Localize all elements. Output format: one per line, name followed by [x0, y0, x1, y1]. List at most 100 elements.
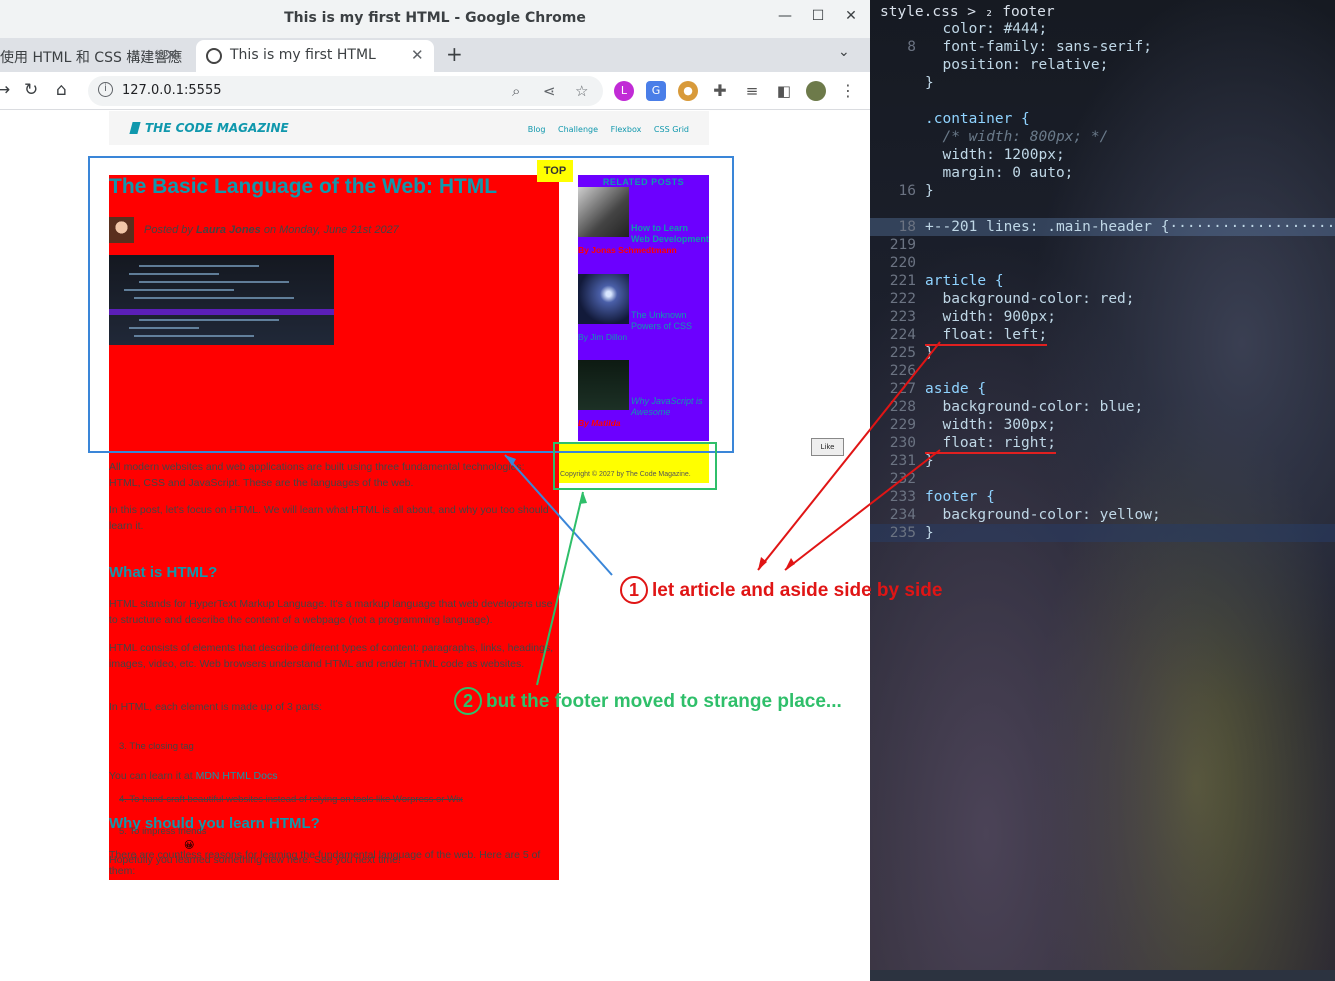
line-code: width: 900px;: [925, 309, 1056, 325]
code-line[interactable]: 228 background-color: blue;: [870, 398, 1335, 416]
line-code: }: [925, 183, 934, 199]
code-line[interactable]: 223 width: 900px;: [870, 308, 1335, 326]
code-line[interactable]: 232: [870, 470, 1335, 488]
code-line[interactable]: position: relative;: [870, 56, 1335, 74]
code-line[interactable]: 227 aside {: [870, 380, 1335, 398]
zoom-icon[interactable]: ⌕: [512, 82, 520, 100]
chevron-down-icon[interactable]: ⌄: [838, 44, 850, 60]
code-line[interactable]: .container {: [870, 110, 1335, 128]
code-line[interactable]: margin: 0 auto;: [870, 164, 1335, 182]
code-line[interactable]: 222 background-color: red;: [870, 290, 1335, 308]
code-line[interactable]: 225}: [870, 344, 1335, 362]
tab-close-icon[interactable]: ✕: [165, 46, 178, 64]
nav-link-blog[interactable]: Blog: [528, 125, 546, 134]
annotation-1: 1 let article and aside side by side: [620, 576, 942, 604]
related-post[interactable]: Why JavaScript is Awesome By Matilda: [578, 360, 709, 429]
like-button[interactable]: Like: [811, 438, 844, 456]
back-icon[interactable]: →: [0, 80, 10, 100]
toolbar: → ↻ ⌂ i 127.0.0.1:5555 ⌕ ⋖ ☆ L G ● ✚ ≡ ◧…: [0, 72, 870, 110]
line-code: margin: 0 auto;: [925, 165, 1074, 181]
puzzle-icon[interactable]: ✚: [710, 81, 730, 101]
code-line[interactable]: 234 background-color: yellow;: [870, 506, 1335, 524]
code-line[interactable]: 220: [870, 254, 1335, 272]
close-icon[interactable]: ✕: [841, 8, 861, 24]
side-panel-icon[interactable]: ◧: [774, 81, 794, 101]
author-avatar: [109, 217, 134, 243]
line-number: 226: [889, 363, 916, 379]
annotation-number: 2: [454, 687, 482, 715]
line-number: 221: [889, 273, 916, 289]
code-line[interactable]: 230 float: right;: [870, 434, 1335, 454]
code-line[interactable]: 226: [870, 362, 1335, 380]
code-line[interactable]: /* width: 800px; */: [870, 128, 1335, 146]
mdn-link[interactable]: MDN HTML Docs: [196, 770, 278, 782]
code-line[interactable]: 235}: [870, 524, 1335, 542]
site-logo[interactable]: THE CODE MAGAZINE: [129, 121, 289, 135]
line-code: background-color: yellow;: [925, 507, 1161, 523]
window-title: This is my first HTML - Google Chrome: [284, 10, 586, 26]
line-number: 16: [898, 183, 916, 199]
code-line[interactable]: 224 float: left;: [870, 326, 1335, 346]
post-title[interactable]: The Unknown Powers of CSS: [578, 310, 709, 332]
code-editor[interactable]: style.css > ₂ footer color: #444; 8 font-…: [870, 0, 1335, 981]
line-code: background-color: red;: [925, 291, 1135, 307]
code-line[interactable]: 229 width: 300px;: [870, 416, 1335, 434]
byline-pre: Posted by: [144, 224, 196, 236]
minimize-icon[interactable]: —: [775, 8, 795, 24]
code-line[interactable]: 18 +--201 lines: .main-header {··········…: [870, 218, 1335, 236]
avatar[interactable]: [806, 81, 826, 101]
code-line[interactable]: 221 article {: [870, 272, 1335, 290]
address-bar[interactable]: i 127.0.0.1:5555 ⌕ ⋖ ☆: [88, 76, 603, 106]
nav-link-flexbox[interactable]: Flexbox: [611, 125, 642, 134]
top-badge: TOP: [537, 160, 573, 182]
tab-course[interactable]: 使用 HTML 和 CSS 構建響應 ✕: [0, 40, 195, 72]
post-author: By Matilda: [578, 418, 621, 428]
line-code: background-color: blue;: [925, 399, 1144, 415]
tab-close-icon[interactable]: ✕: [411, 46, 424, 64]
paragraph: HTML stands for HyperText Markup Languag…: [109, 598, 553, 626]
closing-text: Hopefully you learned something new here…: [109, 854, 401, 866]
code-line[interactable]: }: [870, 74, 1335, 92]
post-author: By Jim Dillon: [578, 332, 628, 342]
info-icon[interactable]: i: [98, 82, 113, 97]
code-line[interactable]: color: #444;: [870, 20, 1335, 38]
code-line[interactable]: [870, 200, 1335, 218]
reload-icon[interactable]: ↻: [24, 80, 38, 100]
line-number: 231: [889, 453, 916, 469]
maximize-icon[interactable]: ☐: [808, 8, 828, 24]
nav-link-challenge[interactable]: Challenge: [558, 125, 598, 134]
line-number: 230: [889, 435, 916, 451]
breadcrumb: style.css > ₂ footer: [880, 4, 1055, 20]
related-post[interactable]: The Unknown Powers of CSS By Jim Dillon: [578, 274, 709, 343]
code-line[interactable]: [870, 92, 1335, 110]
url-text: 127.0.0.1:5555: [122, 83, 222, 98]
nav-link-css-grid[interactable]: CSS Grid: [654, 125, 689, 134]
star-icon[interactable]: ☆: [575, 82, 588, 100]
home-icon[interactable]: ⌂: [56, 80, 67, 100]
code-line[interactable]: 219: [870, 236, 1335, 254]
code-line[interactable]: 231}: [870, 452, 1335, 470]
line-code: .container {: [925, 111, 1030, 127]
translate-icon[interactable]: G: [646, 81, 666, 101]
tab-strip: 使用 HTML 和 CSS 構建響應 ✕ This is my first HT…: [0, 38, 870, 72]
menu-icon[interactable]: ⋮: [838, 81, 858, 101]
cookie-icon[interactable]: ●: [678, 81, 698, 101]
site-nav: Blog Challenge Flexbox CSS Grid: [518, 125, 689, 134]
code-line[interactable]: 8 font-family: sans-serif;: [870, 38, 1335, 56]
reading-list-icon[interactable]: ≡: [742, 81, 762, 101]
logo-icon: [129, 122, 141, 134]
code-line[interactable]: 16}: [870, 182, 1335, 200]
line-number: 229: [889, 417, 916, 433]
code-line[interactable]: 233 footer {: [870, 488, 1335, 506]
new-tab-icon[interactable]: +: [446, 42, 463, 66]
line-number: 232: [889, 471, 916, 487]
code-line[interactable]: width: 1200px;: [870, 146, 1335, 164]
extension-icon[interactable]: L: [614, 81, 634, 101]
post-title[interactable]: How to Learn Web Development: [578, 223, 709, 245]
related-post[interactable]: How to Learn Web Development By Jonas Sc…: [578, 187, 709, 256]
line-number: 8: [907, 39, 916, 55]
share-icon[interactable]: ⋖: [543, 82, 556, 100]
learn-more-line: You can learn it at MDN HTML Docs: [109, 768, 554, 784]
annotation-2: 2 but the footer moved to strange place..…: [454, 687, 842, 715]
tab-active[interactable]: This is my first HTML ✕: [196, 40, 434, 72]
